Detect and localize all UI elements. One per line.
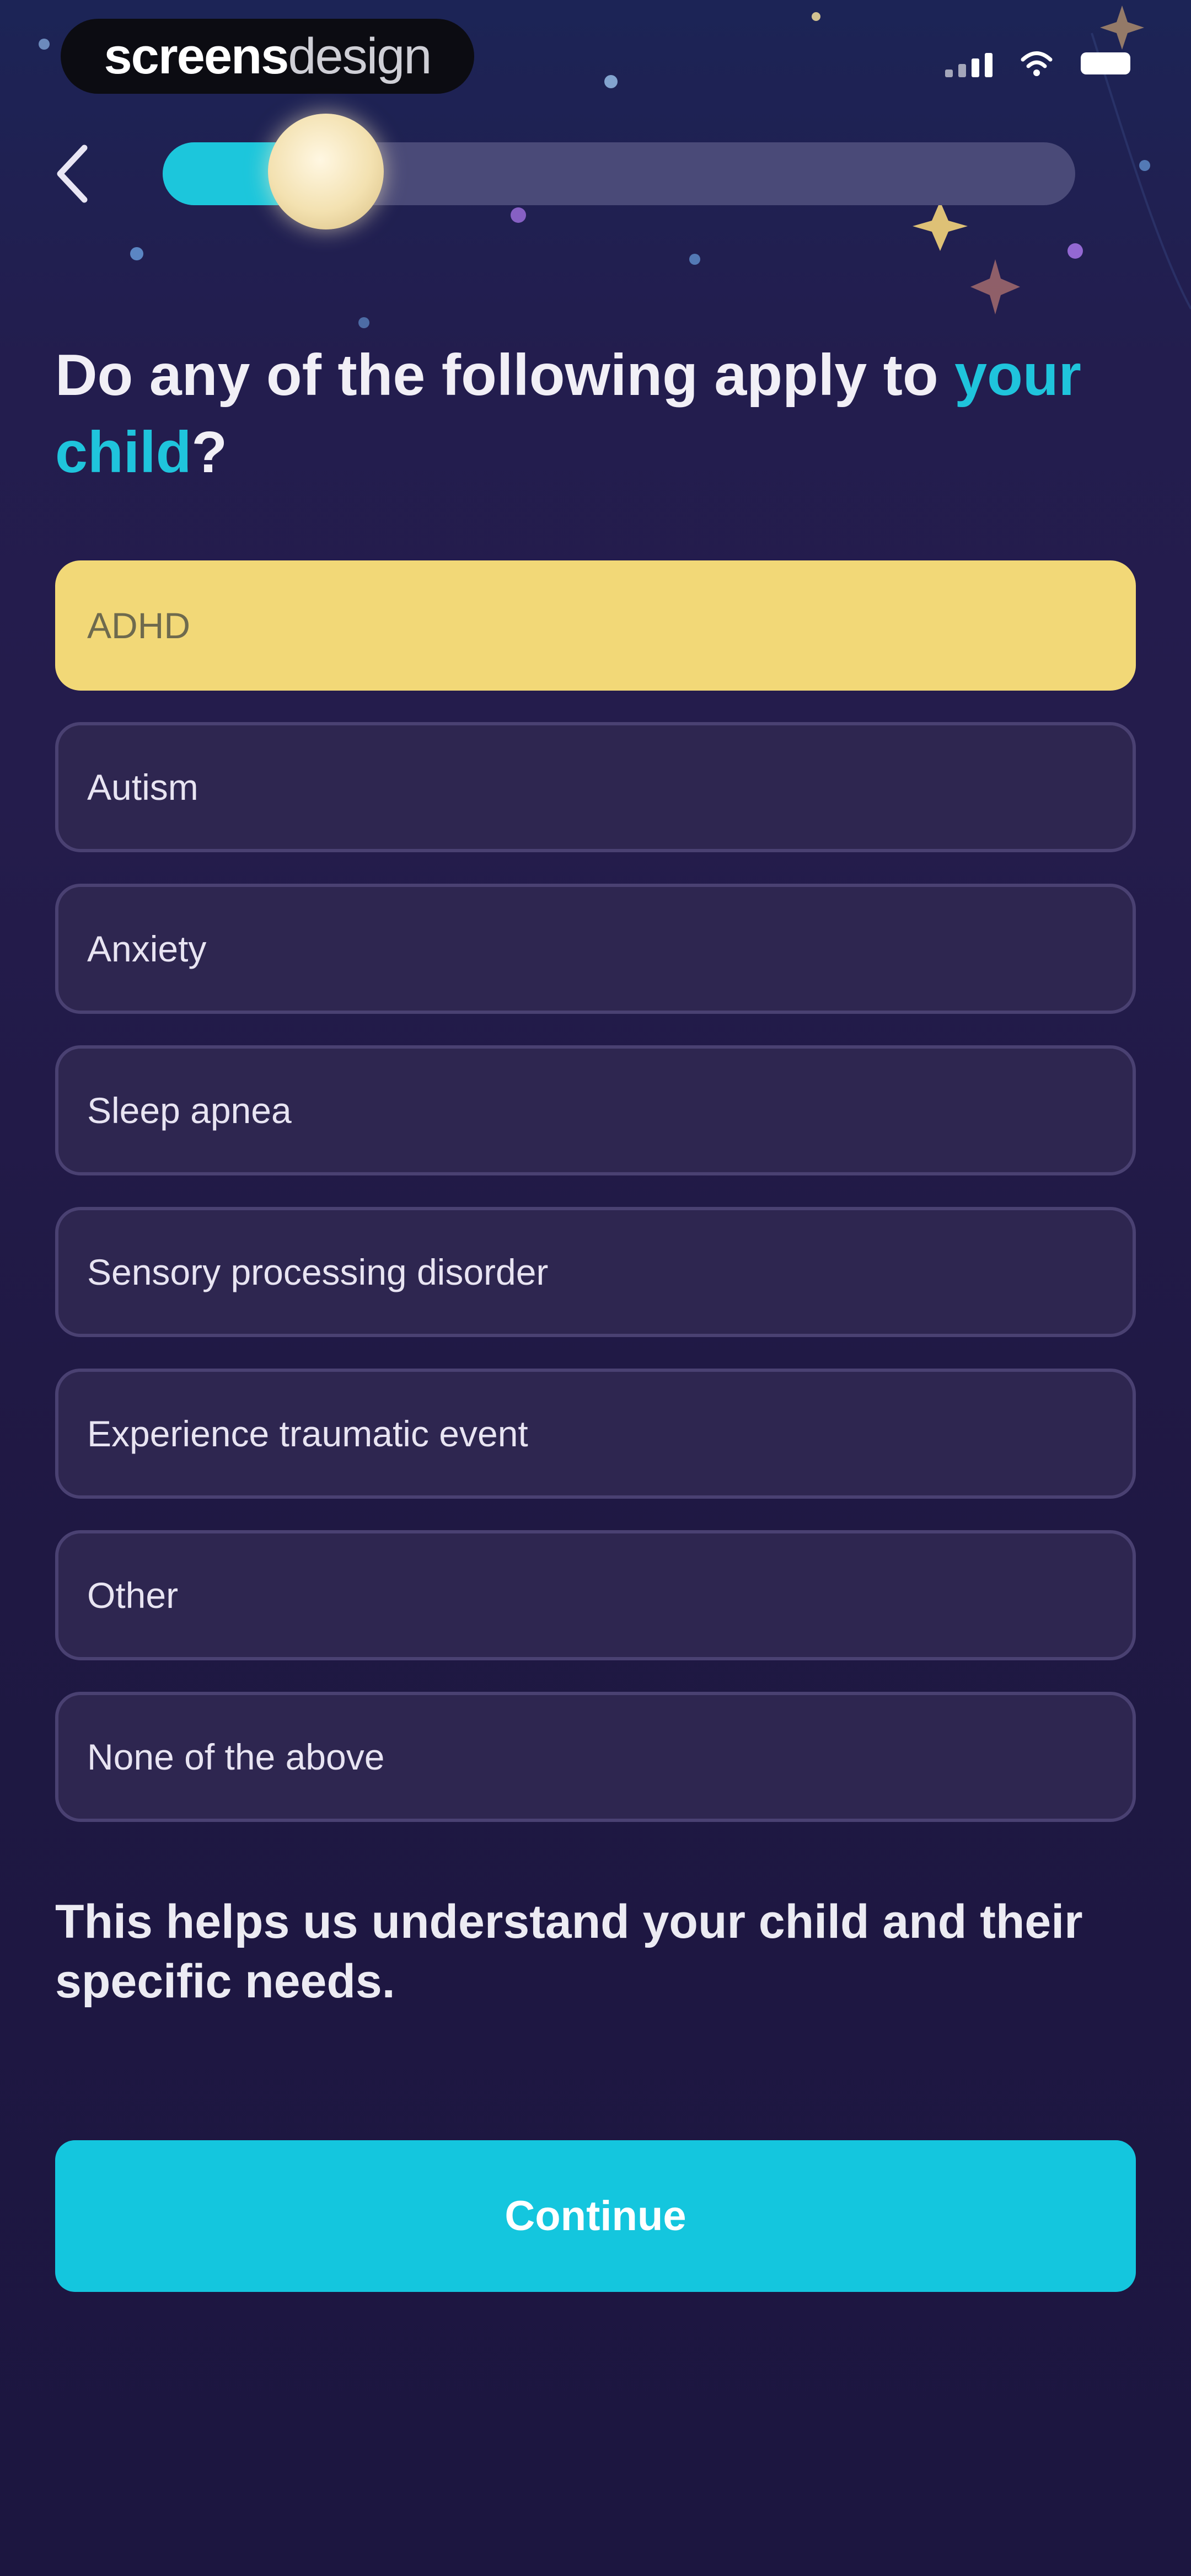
question-mark: ? (191, 420, 228, 485)
option-label: Anxiety (87, 928, 207, 969)
option-label: Autism (87, 767, 198, 808)
signal-icon (945, 50, 993, 77)
option-autism[interactable]: Autism (55, 722, 1136, 852)
wifi-icon (1021, 51, 1053, 76)
onboarding-screen: screens design Do any of the following ap… (0, 0, 1191, 2576)
option-adhd[interactable]: ADHD (55, 560, 1136, 691)
option-sleep-apnea[interactable]: Sleep apnea (55, 1045, 1136, 1175)
option-label: ADHD (87, 605, 191, 646)
continue-button[interactable]: Continue (55, 2140, 1136, 2292)
screensdesign-watermark: screens design (61, 19, 474, 94)
option-other[interactable]: Other (55, 1530, 1136, 1660)
option-label: Sensory processing disorder (87, 1252, 549, 1292)
back-button[interactable] (44, 138, 99, 210)
progress-bar (163, 114, 1075, 229)
chevron-left-icon (57, 145, 88, 203)
option-none-of-the-above[interactable]: None of the above (55, 1692, 1136, 1822)
watermark-bold-text: screens (104, 28, 289, 84)
question-text: Do any of the following apply to (55, 343, 955, 408)
option-experience-traumatic-event[interactable]: Experience traumatic event (55, 1369, 1136, 1499)
option-label: Experience traumatic event (87, 1413, 528, 1454)
status-bar-icons (945, 50, 1130, 77)
option-label: Other (87, 1575, 179, 1616)
battery-icon (1081, 52, 1130, 74)
options-list: ADHD Autism Anxiety Sleep apnea Sensory … (55, 560, 1136, 1853)
option-label: Sleep apnea (87, 1090, 292, 1131)
option-label: None of the above (87, 1736, 385, 1777)
moon-progress-indicator (268, 114, 384, 229)
option-sensory-processing-disorder[interactable]: Sensory processing disorder (55, 1207, 1136, 1337)
helper-text: This helps us understand your child and … (55, 1895, 1083, 2008)
option-anxiety[interactable]: Anxiety (55, 884, 1136, 1014)
watermark-light-text: design (288, 28, 432, 84)
question-heading: Do any of the following apply to your ch… (55, 336, 1103, 491)
